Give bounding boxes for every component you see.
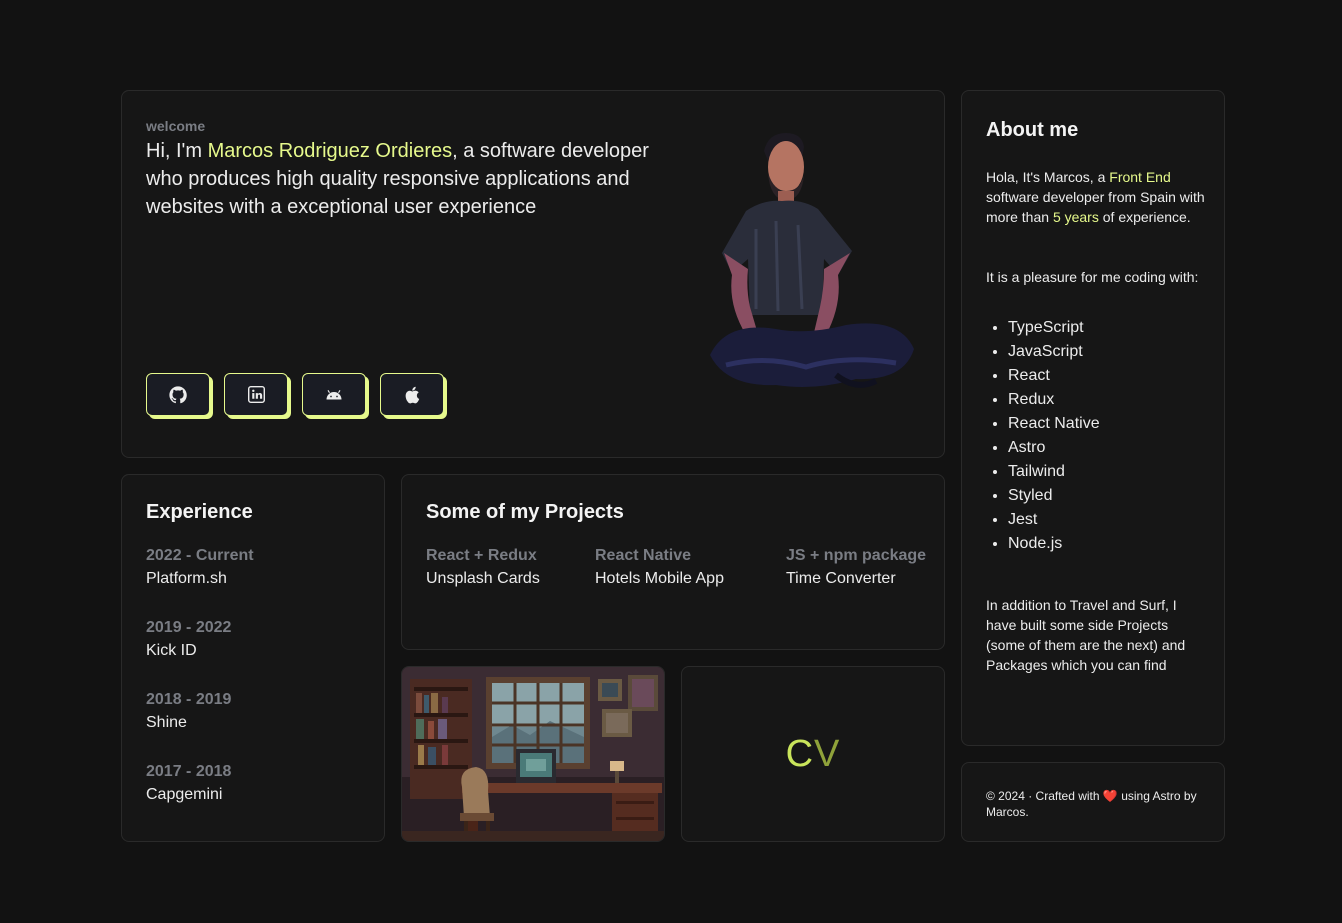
skill-item: Astro [1008, 436, 1100, 460]
about-card: About me Hola, It's Marcos, a Front End … [961, 90, 1225, 746]
android-icon [326, 389, 342, 399]
skill-item: Node.js [1008, 532, 1100, 556]
experience-title: Experience [146, 501, 253, 523]
intro-text: Hi, I'm Marcos Rodriguez Ordieres, a sof… [146, 137, 676, 221]
social-links [146, 373, 444, 416]
project-hotels-mobile-app[interactable]: React Native Hotels Mobile App [595, 545, 724, 591]
about-intro-part: of experience. [1098, 209, 1191, 225]
github-icon [169, 385, 187, 403]
experience-period: 2019 - 2022 [146, 619, 232, 636]
project-tag: JS + npm package [786, 547, 927, 564]
android-button[interactable] [302, 373, 366, 416]
project-tag: React Native [595, 547, 692, 564]
experience-item: 2017 - 2018 Capgemini [146, 761, 231, 807]
skill-item: TypeScript [1008, 316, 1100, 340]
cv-letter-v: V [814, 732, 841, 775]
projects-title: Some of my Projects [426, 501, 624, 523]
intro-name: Marcos Rodriguez Ordieres [207, 140, 453, 162]
skill-item: Jest [1008, 508, 1100, 532]
experience-company: Kick ID [146, 642, 197, 659]
cv-letter-c: C [785, 732, 815, 775]
experience-period: 2018 - 2019 [146, 691, 232, 708]
cv-logo: CV [786, 733, 841, 776]
experience-card: Experience 2022 - Current Platform.sh 20… [121, 474, 385, 842]
experience-item: 2018 - 2019 Shine [146, 689, 231, 735]
experience-period: 2022 - Current [146, 547, 254, 564]
skill-item: Tailwind [1008, 460, 1100, 484]
about-years-highlight: 5 years [1052, 209, 1099, 225]
skill-item: Redux [1008, 388, 1100, 412]
about-role-highlight: Front End [1109, 169, 1171, 185]
project-unsplash-cards[interactable]: React + Redux Unsplash Cards [426, 545, 540, 591]
heart-icon: ❤️ [1102, 789, 1118, 803]
project-time-converter[interactable]: JS + npm package Time Converter [786, 545, 926, 591]
project-name: Hotels Mobile App [595, 570, 724, 587]
avatar-illustration [710, 133, 914, 388]
about-intro-part: Hola, It's Marcos, a [986, 169, 1110, 185]
footer-text: © 2024 · Crafted with [986, 789, 1103, 803]
apple-button[interactable] [380, 373, 444, 416]
linkedin-button[interactable] [224, 373, 288, 416]
github-button[interactable] [146, 373, 210, 416]
project-name: Time Converter [786, 570, 896, 587]
skill-item: React [1008, 364, 1100, 388]
skills-list: TypeScript JavaScript React Redux React … [1008, 316, 1100, 556]
footer-credits: © 2024 · Crafted with ❤️ using Astro by … [986, 788, 1206, 820]
project-tag: React + Redux [426, 547, 537, 564]
experience-item: 2022 - Current Platform.sh [146, 545, 254, 591]
skill-item: JavaScript [1008, 340, 1100, 364]
hero-card: welcome Hi, I'm Marcos Rodriguez Ordiere… [121, 90, 945, 458]
about-intro: Hola, It's Marcos, a Front End software … [986, 167, 1206, 227]
experience-company: Shine [146, 714, 187, 731]
intro-greeting: Hi, I'm [146, 140, 208, 162]
skill-item: React Native [1008, 412, 1100, 436]
experience-item: 2019 - 2022 Kick ID [146, 617, 231, 663]
pixel-room-image [401, 666, 665, 842]
cv-download-card[interactable]: CV [681, 666, 945, 842]
about-side-projects: In addition to Travel and Surf, I have b… [986, 597, 1186, 673]
project-name: Unsplash Cards [426, 570, 540, 587]
skill-item: Styled [1008, 484, 1100, 508]
footer-card: © 2024 · Crafted with ❤️ using Astro by … [961, 762, 1225, 842]
linkedin-icon [247, 386, 265, 403]
apple-icon [405, 386, 420, 403]
welcome-label: welcome [146, 118, 206, 134]
experience-period: 2017 - 2018 [146, 763, 232, 780]
experience-company: Platform.sh [146, 570, 227, 587]
experience-company: Capgemini [146, 786, 223, 803]
about-pleasure: It is a pleasure for me coding with: [986, 269, 1199, 285]
about-title: About me [986, 119, 1079, 141]
projects-card: Some of my Projects React + Redux Unspla… [401, 474, 945, 650]
